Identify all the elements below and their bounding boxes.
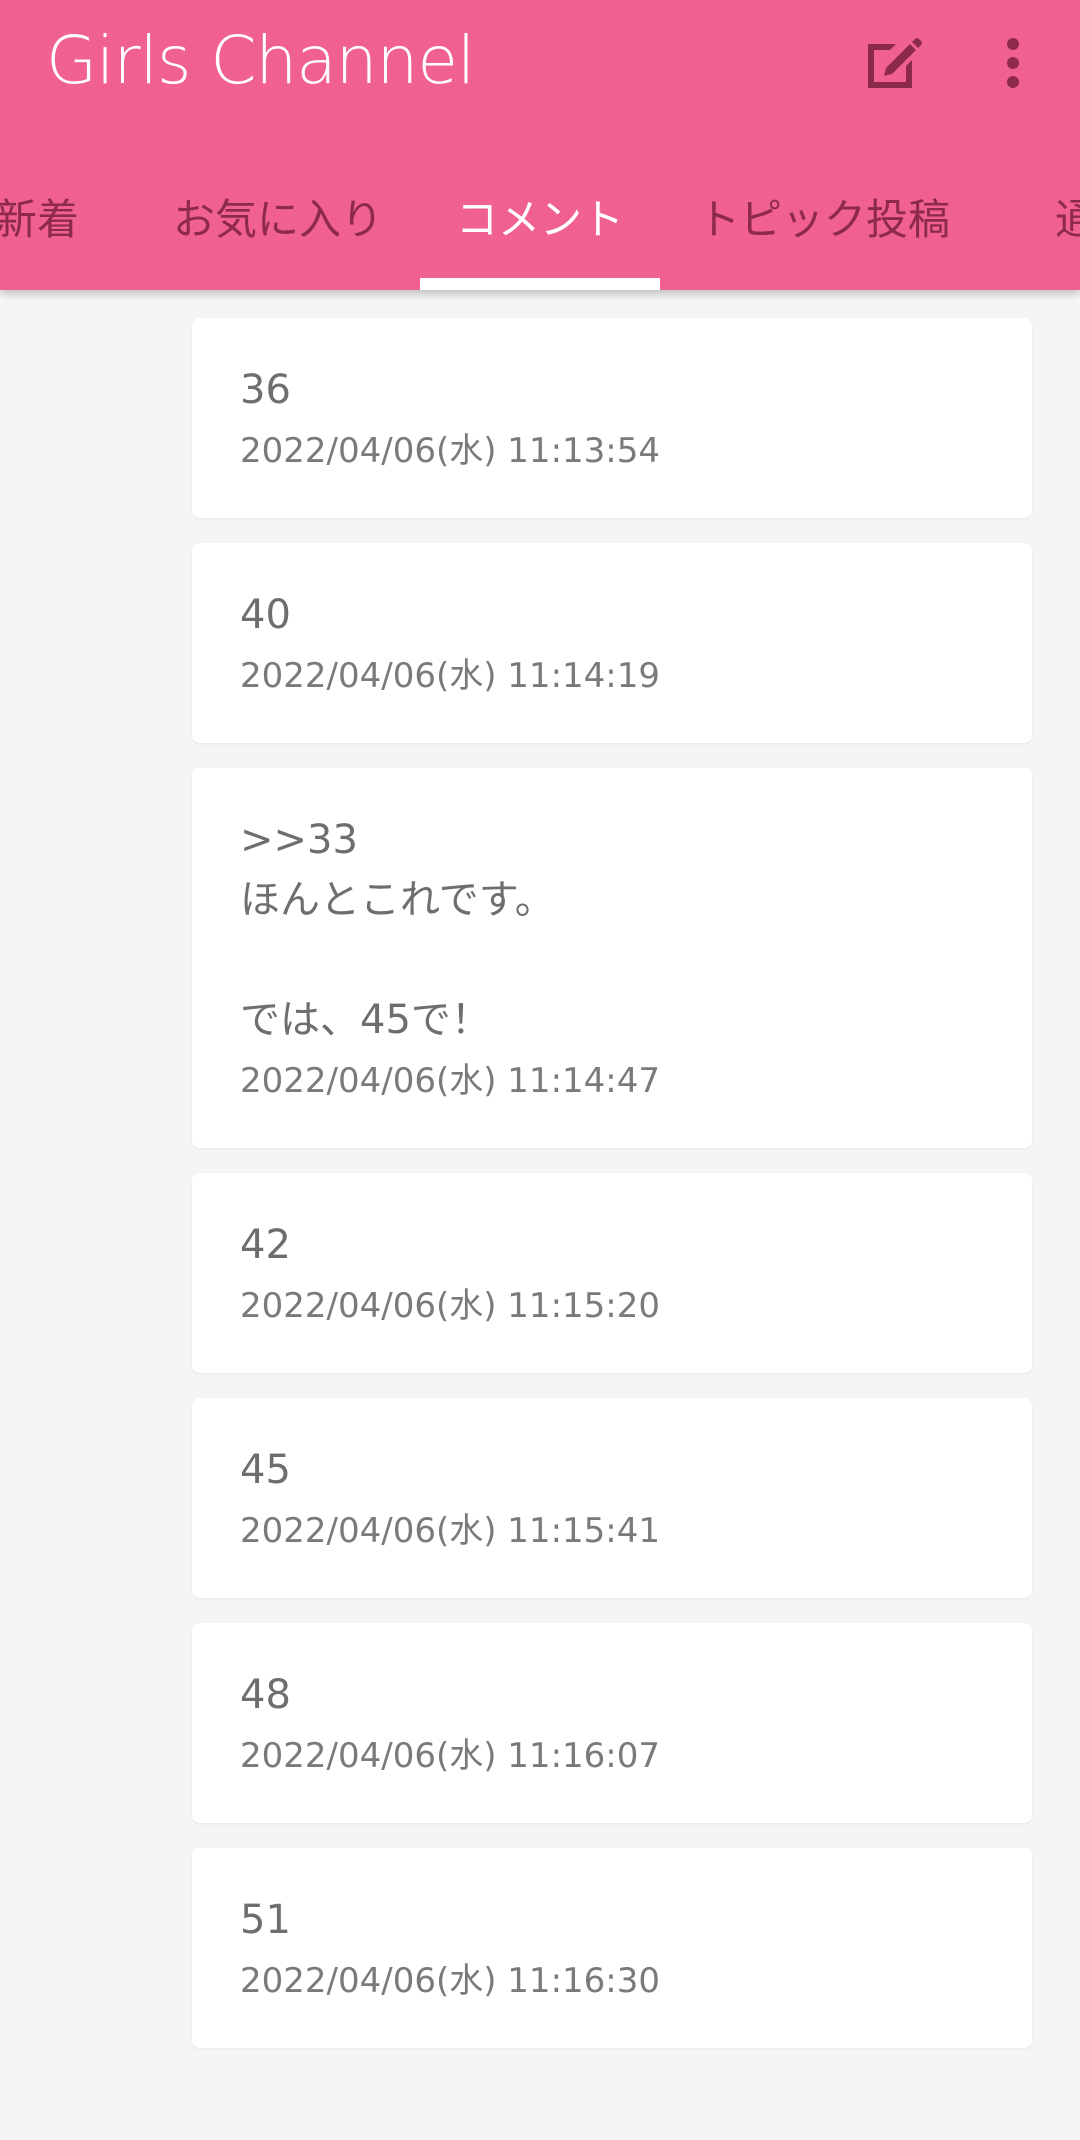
comment-timestamp: 2022/04/06(水) 11:15:41: [240, 1511, 661, 1551]
comment-body: 51: [240, 1897, 291, 1943]
comment-card[interactable]: 36 2022/04/06(水) 11:13:54: [192, 318, 1032, 518]
app-title: Girls Channel: [46, 22, 475, 99]
comment-body: >>33 ほんとこれです。 では、45で！: [240, 817, 555, 1043]
more-options-button[interactable]: [973, 24, 1053, 104]
comment-timestamp: 2022/04/06(水) 11:13:54: [240, 431, 661, 471]
comment-body: 45: [240, 1447, 291, 1493]
comment-card[interactable]: 51 2022/04/06(水) 11:16:30: [192, 1848, 1032, 2048]
comment-timestamp: 2022/04/06(水) 11:16:07: [240, 1736, 661, 1776]
comment-card[interactable]: >>33 ほんとこれです。 では、45で！ 2022/04/06(水) 11:1…: [192, 768, 1032, 1148]
tab-notifications[interactable]: 通: [1046, 190, 1080, 250]
comment-timestamp: 2022/04/06(水) 11:14:19: [240, 656, 661, 696]
tab-topic-post[interactable]: トピック投稿: [696, 190, 952, 250]
comment-list: 36 2022/04/06(水) 11:13:54 40 2022/04/06(…: [192, 318, 1032, 2073]
tab-indicator: [420, 278, 660, 290]
comment-body: 36: [240, 367, 291, 413]
tab-bar: 新着 お気に入り コメント トピック投稿 通: [0, 150, 1080, 290]
tab-favorites[interactable]: お気に入り: [172, 190, 384, 250]
comment-body: 42: [240, 1222, 291, 1268]
comment-body: 40: [240, 592, 291, 638]
comment-body: 48: [240, 1672, 291, 1718]
tab-comments[interactable]: コメント: [420, 190, 660, 250]
comment-timestamp: 2022/04/06(水) 11:15:20: [240, 1286, 661, 1326]
edit-button[interactable]: [852, 24, 932, 104]
comment-timestamp: 2022/04/06(水) 11:14:47: [240, 1061, 661, 1101]
comment-card[interactable]: 48 2022/04/06(水) 11:16:07: [192, 1623, 1032, 1823]
comment-timestamp: 2022/04/06(水) 11:16:30: [240, 1961, 661, 2001]
comment-card[interactable]: 40 2022/04/06(水) 11:14:19: [192, 543, 1032, 743]
more-vert-icon: [1007, 38, 1019, 88]
edit-icon: [868, 38, 922, 88]
app-bar: Girls Channel 新着 お気に入り コメント トピック投稿 通: [0, 0, 1080, 290]
tab-new[interactable]: 新着: [0, 190, 82, 250]
comment-card[interactable]: 45 2022/04/06(水) 11:15:41: [192, 1398, 1032, 1598]
comment-card[interactable]: 42 2022/04/06(水) 11:15:20: [192, 1173, 1032, 1373]
